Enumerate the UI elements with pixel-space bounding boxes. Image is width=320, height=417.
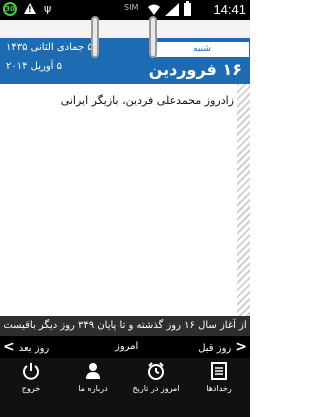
person-icon bbox=[86, 363, 100, 379]
previous-day-label: روز قبل bbox=[198, 343, 232, 354]
battery-icon bbox=[184, 1, 191, 16]
weekday-label: شنبه bbox=[155, 42, 249, 57]
calendar-page: ۵ جمادی الثانی ۱۴۳۵ ۵ آوریل ۲۰۱۴ شنبه ۱۶… bbox=[0, 16, 250, 316]
action-bar: خروج درباره ما امروز در تاریخ رخدادها bbox=[0, 358, 250, 417]
page-edge bbox=[237, 84, 250, 316]
wifi-icon bbox=[148, 4, 160, 15]
date-header: ۵ جمادی الثانی ۱۴۳۵ ۵ آوریل ۲۰۱۴ شنبه ۱۶… bbox=[0, 38, 250, 84]
hijri-date: ۵ جمادی الثانی ۱۴۳۵ bbox=[6, 42, 93, 53]
chevron-left-icon: < bbox=[3, 339, 15, 355]
events-button[interactable]: رخدادها bbox=[188, 358, 250, 417]
status-bar: 30 ! ψ SIM 14:41 bbox=[0, 0, 250, 20]
previous-day-button[interactable]: روز قبل > bbox=[198, 336, 247, 358]
today-button[interactable]: امروز bbox=[115, 336, 138, 358]
clock-time: 14:41 bbox=[213, 2, 246, 17]
about-us-button[interactable]: درباره ما bbox=[62, 358, 124, 417]
event-text: زادروز محمدعلی فردین، بازیگر ایرانی bbox=[60, 94, 234, 107]
binder-ring-icon bbox=[91, 16, 99, 58]
year-progress-info: از آغاز سال ۱۶ روز گذشته و تا پایان ۳۴۹ … bbox=[0, 316, 250, 336]
events-label: رخدادها bbox=[206, 384, 232, 393]
today-in-history-button[interactable]: امروز در تاریخ bbox=[125, 358, 187, 417]
about-us-label: درباره ما bbox=[78, 384, 108, 393]
chevron-right-icon: > bbox=[235, 339, 247, 355]
power-icon bbox=[23, 363, 39, 380]
next-day-button[interactable]: < روز بعد bbox=[3, 336, 49, 358]
page-top-strip bbox=[0, 20, 250, 38]
day-navigation: < روز بعد امروز روز قبل > bbox=[0, 336, 250, 358]
next-day-label: روز بعد bbox=[18, 343, 50, 354]
solar-date: ۱۶ فروردین bbox=[148, 60, 242, 79]
today-in-history-label: امروز در تاریخ bbox=[132, 384, 180, 393]
warning-icon: ! bbox=[24, 3, 36, 14]
exit-button[interactable]: خروج bbox=[0, 358, 62, 417]
sim-label: SIM bbox=[124, 3, 139, 12]
signal-icon bbox=[165, 3, 179, 16]
list-icon bbox=[211, 362, 227, 380]
gregorian-date: ۵ آوریل ۲۰۱۴ bbox=[6, 61, 63, 72]
binder-ring-icon bbox=[149, 16, 157, 58]
notification-badge: 30 bbox=[3, 2, 17, 16]
clock-icon bbox=[148, 362, 164, 380]
exit-label: خروج bbox=[21, 384, 41, 393]
usb-icon: ψ bbox=[44, 2, 52, 15]
